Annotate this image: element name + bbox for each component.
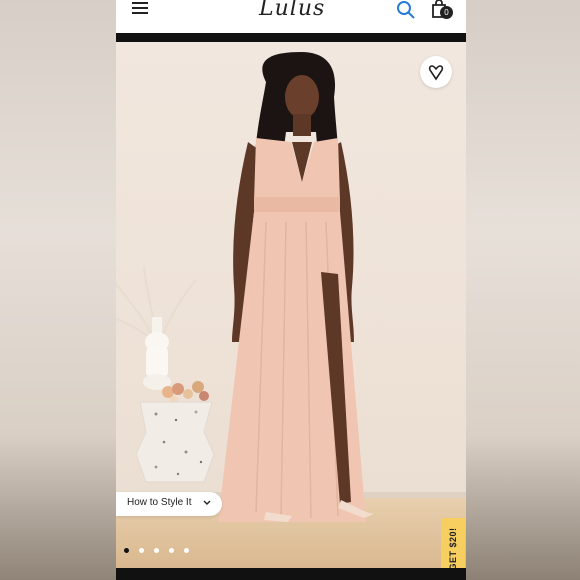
carousel-dot[interactable]: [154, 548, 159, 553]
favorite-button[interactable]: [420, 56, 452, 88]
side-table: [135, 401, 215, 483]
model: [218, 52, 374, 522]
background-right: [466, 0, 580, 580]
carousel-dot[interactable]: [139, 548, 144, 553]
background-left: [0, 0, 116, 580]
header-divider: [116, 33, 466, 42]
how-to-style-it-label: How to Style It: [127, 497, 192, 508]
model-photo: [116, 52, 374, 522]
search-button[interactable]: [396, 0, 416, 20]
carousel-dot[interactable]: [169, 548, 174, 553]
carousel-dot[interactable]: [184, 548, 189, 553]
carousel-dot[interactable]: [124, 548, 129, 553]
bag-count-badge: 0: [440, 6, 453, 19]
product-image[interactable]: How to Style It GET $20!: [116, 42, 466, 568]
chevron-down-icon: [203, 500, 211, 505]
search-icon: [397, 1, 415, 19]
logo[interactable]: Lulus: [259, 0, 325, 21]
promo-tab[interactable]: GET $20!: [441, 518, 465, 568]
heart-icon: [428, 65, 444, 81]
menu-button[interactable]: [132, 2, 148, 16]
promo-tab-label: GET $20!: [448, 527, 458, 569]
phone-screen: Lulus 0 How to Style It GET $20!: [116, 0, 466, 580]
menu-icon: [132, 2, 148, 4]
how-to-style-it-button[interactable]: How to Style It: [116, 492, 222, 516]
top-navigation: Lulus 0: [116, 0, 466, 33]
bottom-bar: [116, 568, 466, 580]
